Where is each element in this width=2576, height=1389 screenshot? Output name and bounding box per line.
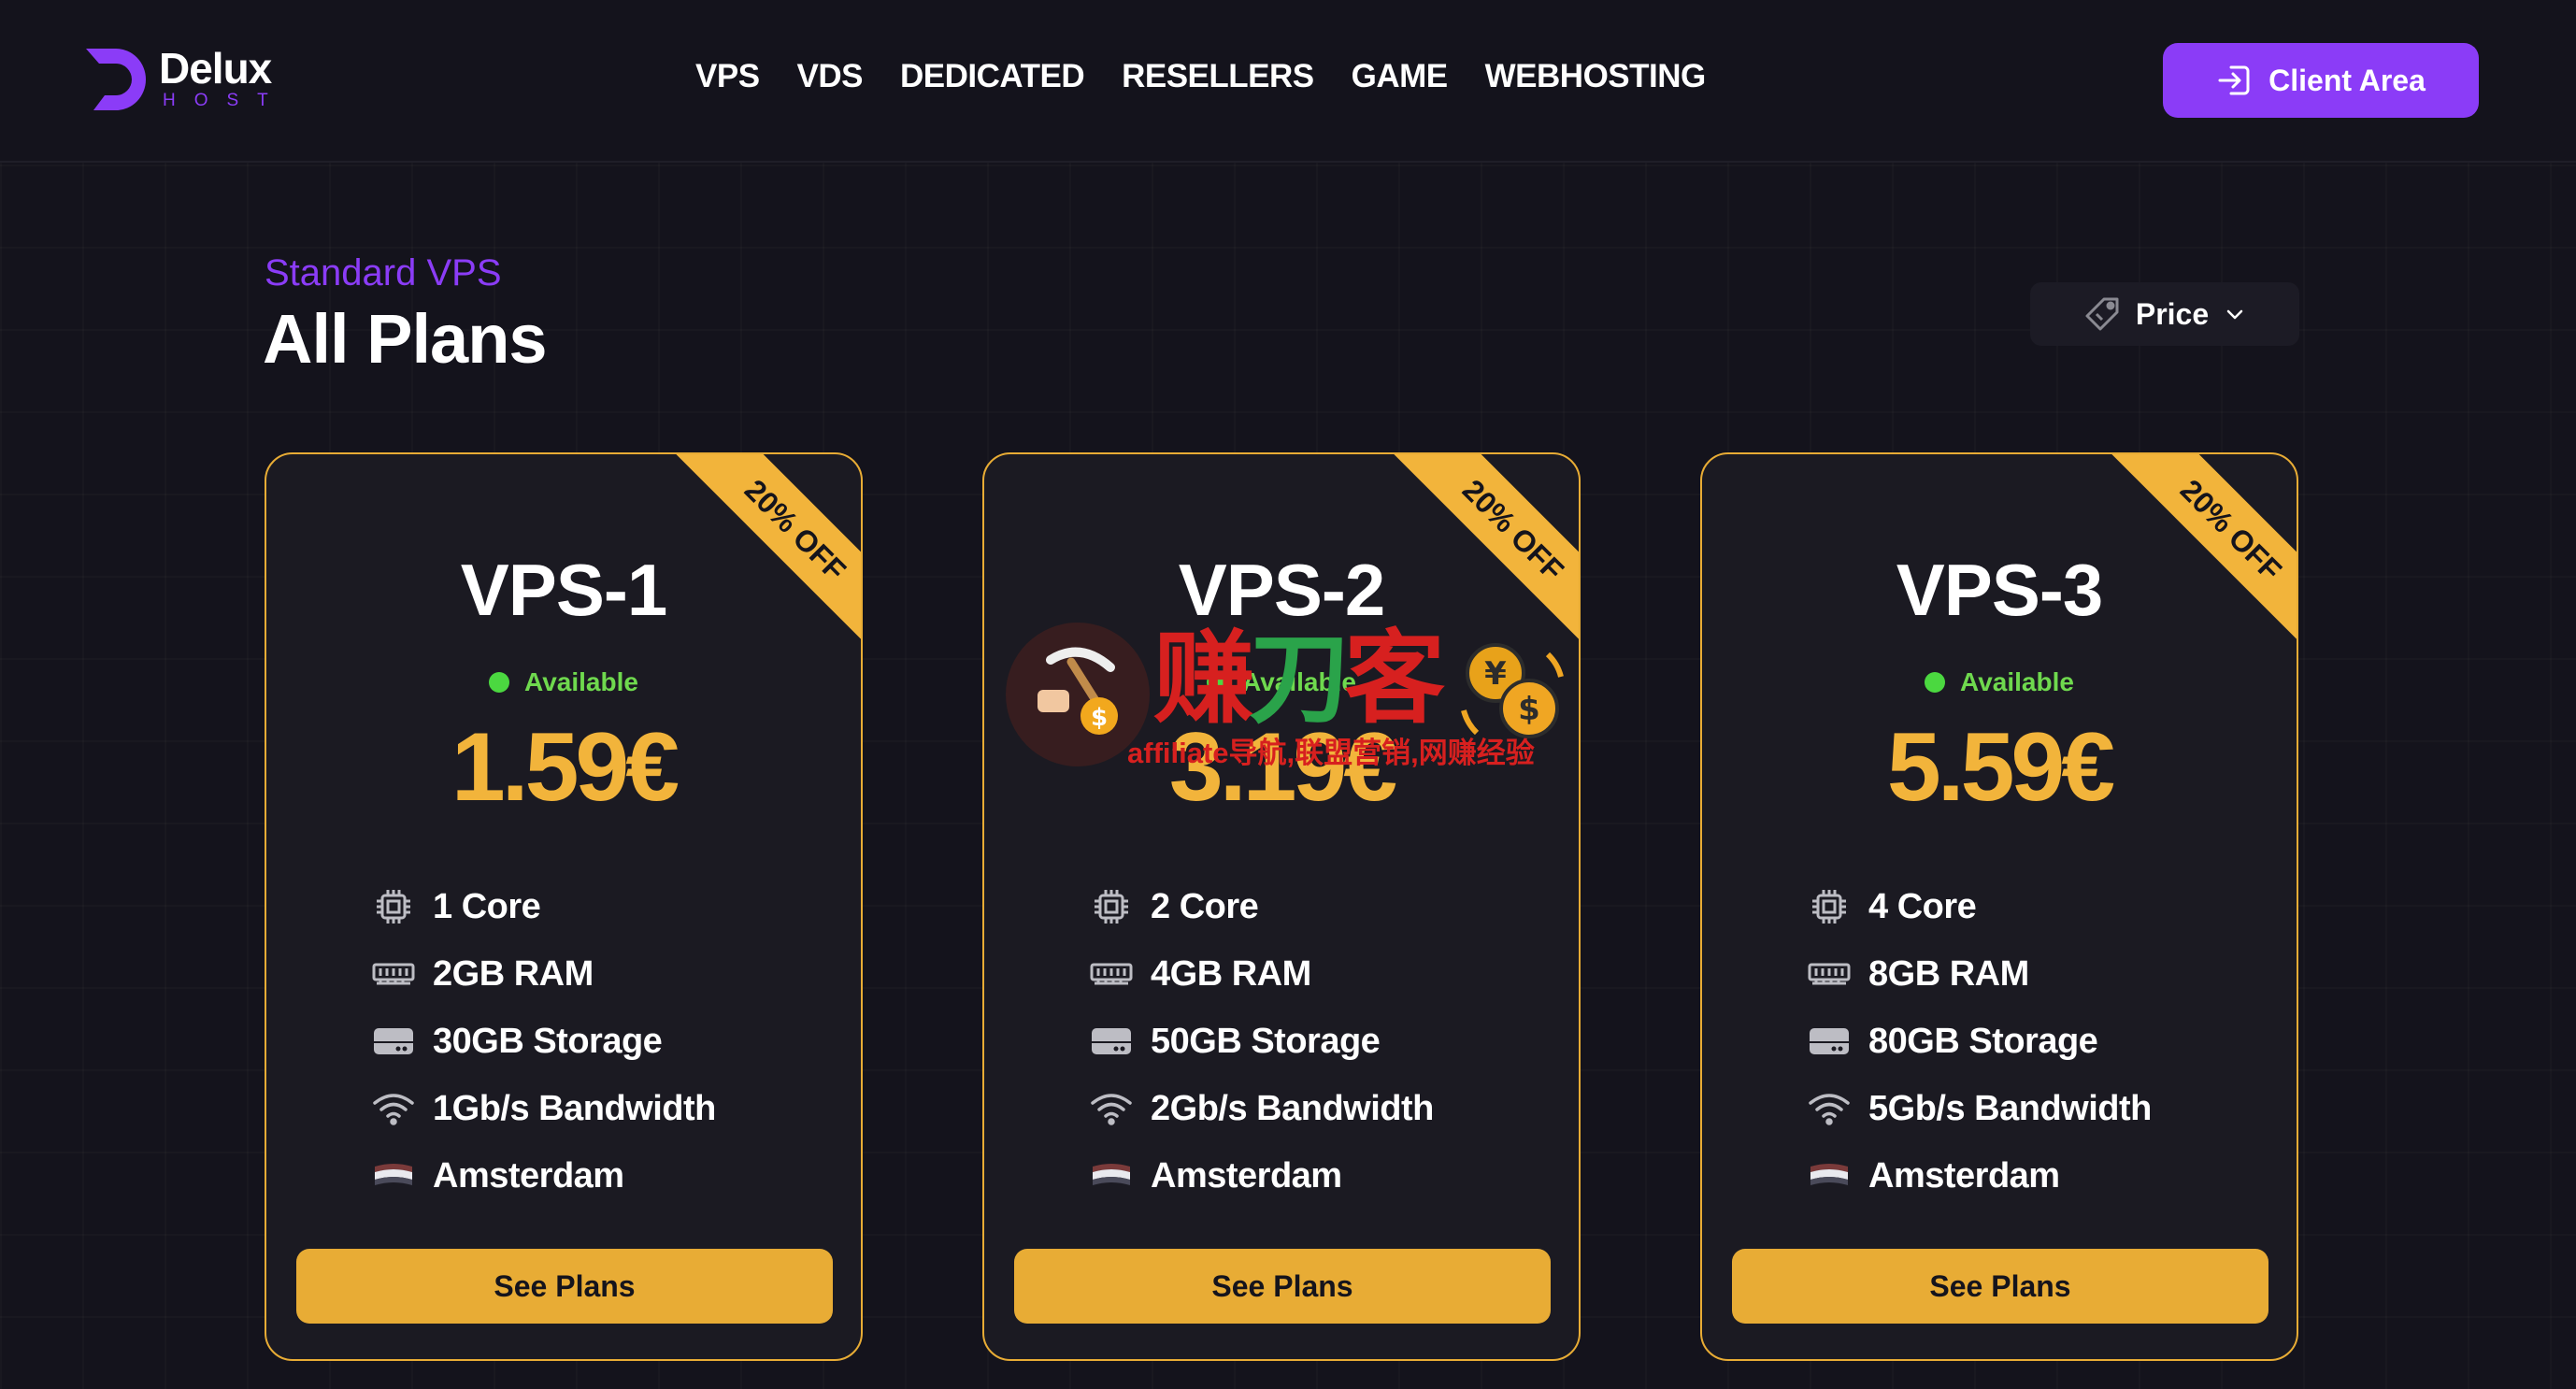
ram-icon — [1807, 955, 1852, 993]
spec-item: 1 Core — [371, 873, 716, 940]
nav-item-vds[interactable]: VDS — [797, 58, 864, 95]
spec-item: Amsterdam — [1089, 1142, 1434, 1210]
spec-item: 2 Core — [1089, 873, 1434, 940]
plan-name: VPS-2 — [1178, 549, 1385, 631]
status-label: Available — [1960, 667, 2074, 696]
see-plans-button[interactable]: See Plans — [1014, 1249, 1551, 1324]
nav-item-webhosting[interactable]: WEBHOSTING — [1485, 58, 1707, 95]
sort-label: Price — [2135, 296, 2210, 331]
client-area-label: Client Area — [2268, 63, 2426, 97]
plan-card-vps-1: 20% OFF VPS-1 Available 1.59€ 1 Core 2GB… — [265, 452, 863, 1361]
spec-item: Amsterdam — [1807, 1142, 2152, 1210]
spec-storage: 80GB Storage — [1868, 1021, 2098, 1061]
plan-name: VPS-1 — [460, 549, 667, 631]
spec-item: 80GB Storage — [1807, 1008, 2152, 1075]
spec-bandwidth: 1Gb/s Bandwidth — [433, 1088, 716, 1128]
spec-list: 4 Core 8GB RAM 80GB Storage 5Gb/s Bandwi… — [1807, 873, 2152, 1210]
logo-sub: HOST — [163, 91, 287, 110]
spec-ram: 4GB RAM — [1151, 953, 1311, 994]
spec-location: Amsterdam — [433, 1155, 624, 1196]
status-dot-icon — [1925, 672, 1946, 693]
status-label: Available — [1242, 667, 1356, 696]
plan-card-vps-2: 20% OFF VPS-2 Available 3.19€ 2 Core 4GB… — [982, 452, 1581, 1361]
status-dot-icon — [1207, 672, 1228, 693]
nav-item-resellers[interactable]: RESELLERS — [1122, 58, 1314, 95]
logo[interactable]: Delux HOST — [82, 45, 287, 114]
flag-icon — [1807, 1157, 1852, 1195]
cpu-icon — [1089, 888, 1134, 925]
wifi-icon — [1089, 1090, 1134, 1127]
spec-bandwidth: 2Gb/s Bandwidth — [1151, 1088, 1434, 1128]
spec-list: 2 Core 4GB RAM 50GB Storage 2Gb/s Bandwi… — [1089, 873, 1434, 1210]
spec-cores: 4 Core — [1868, 886, 1977, 926]
see-plans-button[interactable]: See Plans — [296, 1249, 833, 1324]
storage-icon — [371, 1023, 416, 1060]
spec-item: 50GB Storage — [1089, 1008, 1434, 1075]
spec-storage: 50GB Storage — [1151, 1021, 1381, 1061]
nav-item-game[interactable]: GAME — [1352, 58, 1449, 95]
plan-price: 3.19€ — [1168, 713, 1397, 822]
client-area-button[interactable]: Client Area — [2163, 43, 2479, 118]
storage-icon — [1807, 1023, 1852, 1060]
wifi-icon — [371, 1090, 416, 1127]
spec-item: 2Gb/s Bandwidth — [1089, 1075, 1434, 1142]
cpu-icon — [371, 888, 416, 925]
logo-name: Delux — [159, 44, 272, 93]
logo-mark-icon — [86, 49, 146, 110]
spec-cores: 1 Core — [433, 886, 541, 926]
see-plans-button[interactable]: See Plans — [1732, 1249, 2268, 1324]
status-dot-icon — [489, 672, 510, 693]
ram-icon — [1089, 955, 1134, 993]
status-label: Available — [524, 667, 638, 696]
nav-item-dedicated[interactable]: DEDICATED — [900, 58, 1085, 95]
spec-item: 4GB RAM — [1089, 940, 1434, 1008]
plan-card-vps-3: 20% OFF VPS-3 Available 5.59€ 4 Core 8GB… — [1700, 452, 2298, 1361]
flag-icon — [1089, 1157, 1134, 1195]
spec-item: 4 Core — [1807, 873, 2152, 940]
top-header: Delux HOST VPS VDS DEDICATED RESELLERS G… — [0, 0, 2576, 163]
price-tag-icon — [2085, 297, 2119, 331]
main-nav: VPS VDS DEDICATED RESELLERS GAME WEBHOST… — [695, 58, 1706, 95]
spec-item: Amsterdam — [371, 1142, 716, 1210]
ram-icon — [371, 955, 416, 993]
availability-status: Available — [1702, 667, 2297, 697]
spec-storage: 30GB Storage — [433, 1021, 663, 1061]
wifi-icon — [1807, 1090, 1852, 1127]
spec-item: 30GB Storage — [371, 1008, 716, 1075]
login-icon — [2218, 65, 2250, 95]
spec-item: 5Gb/s Bandwidth — [1807, 1075, 2152, 1142]
flag-icon — [371, 1157, 416, 1195]
availability-status: Available — [984, 667, 1579, 697]
spec-item: 1Gb/s Bandwidth — [371, 1075, 716, 1142]
spec-location: Amsterdam — [1868, 1155, 2060, 1196]
spec-ram: 2GB RAM — [433, 953, 594, 994]
spec-item: 8GB RAM — [1807, 940, 2152, 1008]
nav-item-vps[interactable]: VPS — [695, 58, 760, 95]
spec-ram: 8GB RAM — [1868, 953, 2029, 994]
spec-cores: 2 Core — [1151, 886, 1259, 926]
spec-list: 1 Core 2GB RAM 30GB Storage 1Gb/s Bandwi… — [371, 873, 716, 1210]
plan-price: 5.59€ — [1886, 713, 2115, 822]
plan-price: 1.59€ — [451, 713, 680, 822]
spec-bandwidth: 5Gb/s Bandwidth — [1868, 1088, 2152, 1128]
section-subtitle: Standard VPS — [265, 252, 502, 294]
sort-price-dropdown[interactable]: Price — [2030, 282, 2299, 346]
plan-name: VPS-3 — [1896, 549, 2103, 631]
storage-icon — [1089, 1023, 1134, 1060]
page-title: All Plans — [263, 300, 548, 378]
chevron-down-icon — [2226, 309, 2243, 320]
spec-item: 2GB RAM — [371, 940, 716, 1008]
cpu-icon — [1807, 888, 1852, 925]
spec-location: Amsterdam — [1151, 1155, 1342, 1196]
availability-status: Available — [266, 667, 861, 697]
